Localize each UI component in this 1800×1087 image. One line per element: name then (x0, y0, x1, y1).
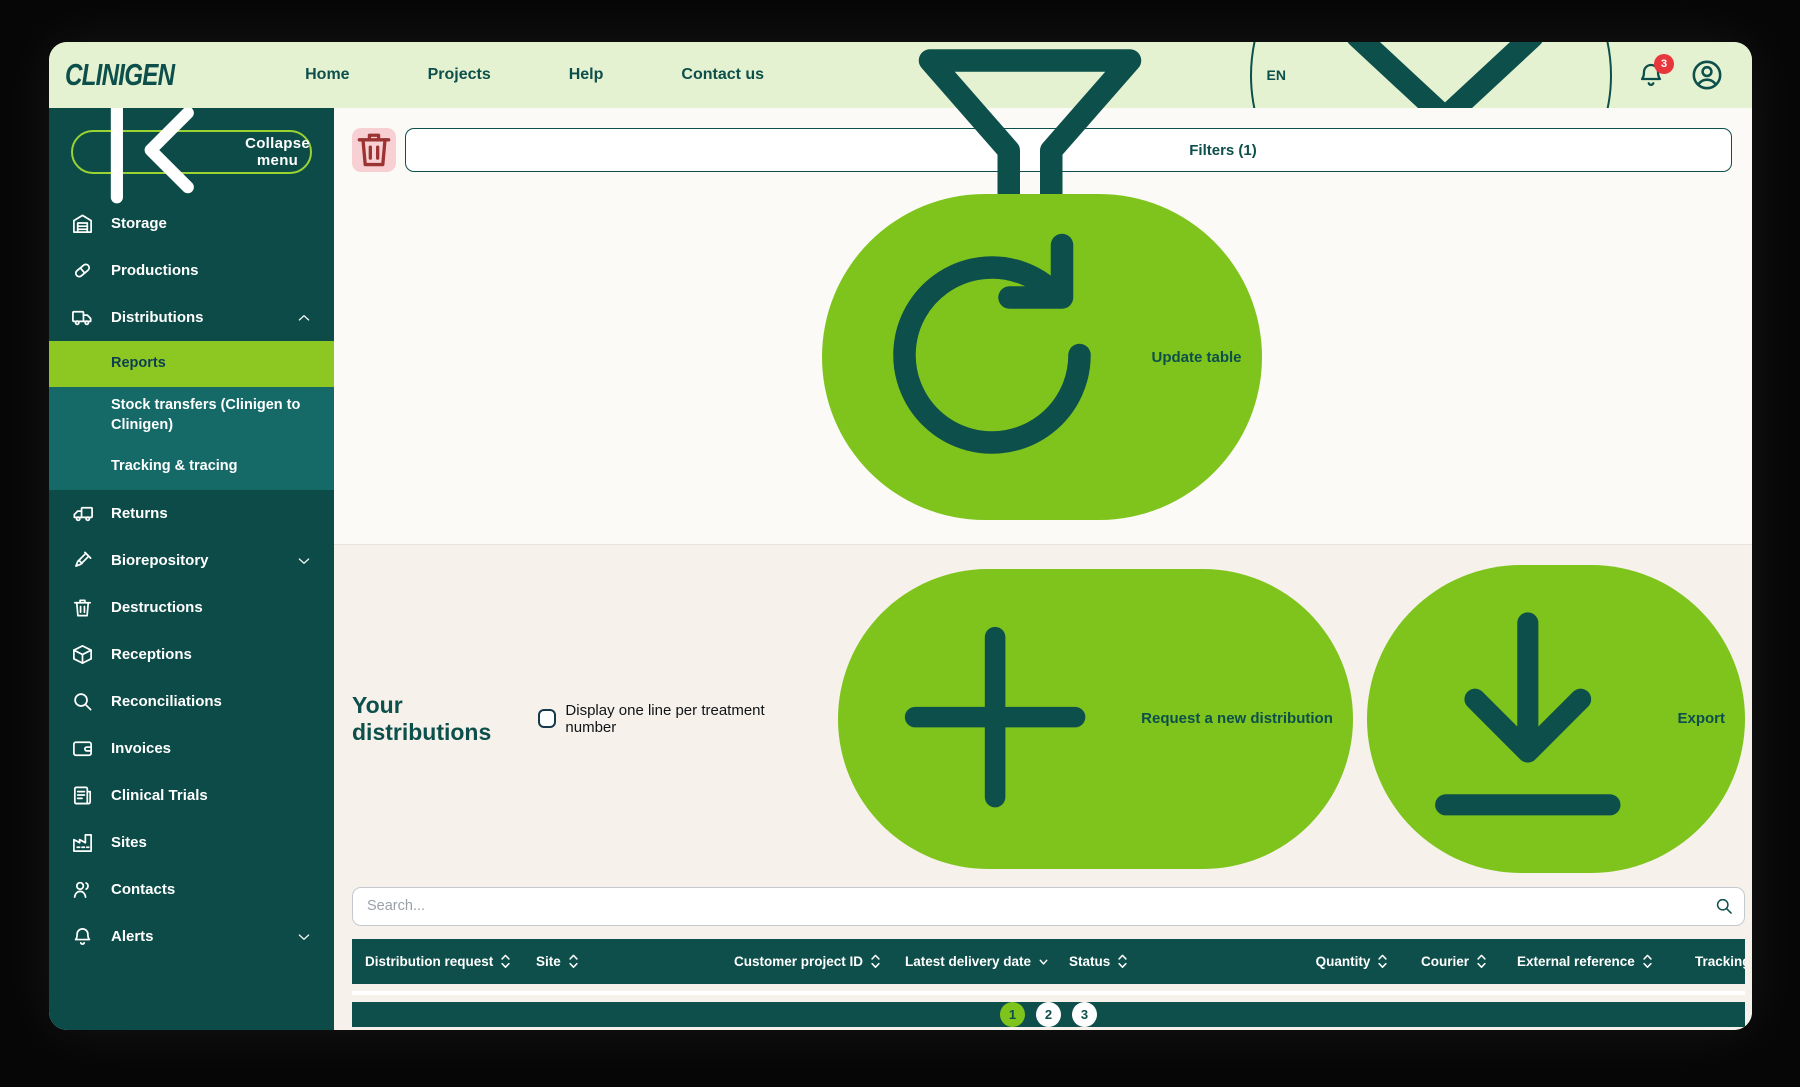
wallet-icon (71, 737, 94, 760)
update-table-button[interactable]: Update table (822, 194, 1261, 520)
page-button-1[interactable]: 1 (1000, 1002, 1025, 1027)
sidebar: Collapse menu Storage Productions Distri… (49, 108, 334, 1030)
sort-both-icon[interactable] (1117, 953, 1128, 970)
one-line-checkbox[interactable] (538, 709, 556, 728)
trash-icon (352, 127, 396, 174)
export-button[interactable]: Export (1367, 565, 1745, 873)
column-header-customer-project-id[interactable]: Customer project ID (721, 953, 892, 970)
collapse-menu-label: Collapse menu (245, 135, 310, 169)
sidebar-item-reconciliations[interactable]: Reconciliations (49, 678, 334, 725)
sort-both-icon[interactable] (1642, 953, 1653, 970)
sidebar-item-destructions[interactable]: Destructions (49, 584, 334, 631)
sidebar-item-productions[interactable]: Productions (49, 247, 334, 294)
bell-icon (71, 925, 94, 948)
request-new-distribution-button[interactable]: Request a new distribution (838, 569, 1353, 869)
sort-both-icon[interactable] (870, 953, 881, 970)
update-table-label: Update table (1151, 349, 1241, 366)
notification-badge: 3 (1654, 54, 1674, 74)
nav-projects[interactable]: Projects (428, 66, 491, 84)
column-header-external-reference[interactable]: External reference (1504, 953, 1682, 970)
truck-icon (71, 306, 94, 329)
syringe-icon (71, 549, 94, 572)
column-header-site[interactable]: Site (523, 953, 721, 970)
sidebar-item-invoices[interactable]: Invoices (49, 725, 334, 772)
return-truck-icon (71, 502, 94, 525)
sidebar-menu: Storage Productions Distributions Report… (49, 200, 334, 960)
bell-icon (1636, 77, 1666, 94)
chevron-up-icon (296, 310, 312, 326)
distributions-content: Your distributions Display one line per … (334, 545, 1752, 1030)
distributions-table: Distribution request Site Customer proje… (352, 939, 1745, 996)
chevron-down-icon (296, 929, 312, 945)
sort-both-icon[interactable] (568, 953, 579, 970)
pagination-bar: 123 (352, 1002, 1745, 1027)
people-icon (71, 878, 94, 901)
sidebar-item-clinical-trials[interactable]: Clinical Trials (49, 772, 334, 819)
distributions-submenu: Reports Stock transfers (Clinigen to Cli… (49, 341, 334, 490)
column-header-tracking-number[interactable]: Tracking number (1682, 954, 1745, 969)
factory-icon (71, 831, 94, 854)
sidebar-subitem-stock-transfers-clinigen-to-clinigen[interactable]: Stock transfers (Clinigen to Clinigen) (49, 387, 334, 444)
document-icon (71, 784, 94, 807)
sidebar-item-returns[interactable]: Returns (49, 490, 334, 537)
table-row: IRD-20250228-001 M61-BE10002 TESTING STU… (352, 991, 1745, 996)
search-icon[interactable] (1714, 896, 1734, 916)
nav-home[interactable]: Home (305, 66, 349, 84)
chevron-down-icon (296, 553, 312, 569)
sidebar-item-biorepository[interactable]: Biorepository (49, 537, 334, 584)
export-label: Export (1677, 710, 1725, 727)
sidebar-item-receptions[interactable]: Receptions (49, 631, 334, 678)
sidebar-subitem-tracking-tracing[interactable]: Tracking & tracing (49, 444, 334, 490)
pill-icon (71, 259, 94, 282)
filters-button[interactable]: Filters (1) (405, 128, 1732, 172)
filters-label: Filters (1) (1189, 142, 1257, 159)
collapse-menu-button[interactable]: Collapse menu (71, 130, 312, 174)
sort-both-icon[interactable] (1476, 953, 1487, 970)
box-icon (71, 643, 94, 666)
delete-filters-button[interactable] (352, 128, 396, 172)
profile-button[interactable] (1690, 58, 1724, 92)
page-button-3[interactable]: 3 (1072, 1002, 1097, 1027)
main-area: Filters (1) Update table Your distributi… (334, 108, 1752, 1030)
sidebar-item-sites[interactable]: Sites (49, 819, 334, 866)
clinigen-logo: CLINIGEN (65, 57, 174, 93)
page-button-2[interactable]: 2 (1036, 1002, 1061, 1027)
column-header-status[interactable]: Status (1056, 953, 1296, 970)
app-window: CLINIGEN Home Projects Help Contact us EN 3… (49, 42, 1752, 1030)
notifications-button[interactable]: 3 (1636, 60, 1666, 90)
page-title: Your distributions (352, 692, 538, 746)
one-line-per-treatment-toggle[interactable]: Display one line per treatment number (538, 702, 806, 736)
column-header-latest-delivery-date[interactable]: Latest delivery date (892, 954, 1056, 969)
language-label: EN (1267, 67, 1286, 83)
refresh-icon (842, 205, 1142, 509)
storage-icon (71, 212, 94, 235)
nav-contact-us[interactable]: Contact us (681, 66, 764, 84)
user-icon (1690, 79, 1724, 96)
filter-section: Filters (1) Update table (334, 108, 1752, 545)
column-header-distribution-request[interactable]: Distribution request (352, 953, 523, 970)
sidebar-item-contacts[interactable]: Contacts (49, 866, 334, 913)
request-new-distribution-label: Request a new distribution (1141, 710, 1333, 727)
top-nav: Home Projects Help Contact us (305, 66, 764, 84)
one-line-checkbox-label: Display one line per treatment number (565, 702, 806, 736)
search-input[interactable] (352, 887, 1745, 926)
sidebar-subitem-reports[interactable]: Reports (49, 341, 334, 387)
download-icon (1387, 576, 1669, 862)
table-header-row: Distribution request Site Customer proje… (352, 939, 1745, 984)
nav-help[interactable]: Help (569, 66, 604, 84)
sort-both-icon[interactable] (500, 953, 511, 970)
column-header-quantity[interactable]: Quantity (1296, 953, 1408, 970)
sort-desc-icon[interactable] (1038, 955, 1049, 968)
plus-icon (858, 580, 1132, 858)
sort-both-icon[interactable] (1377, 953, 1388, 970)
sidebar-item-alerts[interactable]: Alerts (49, 913, 334, 960)
magnifier-icon (71, 690, 94, 713)
trash-icon (71, 596, 94, 619)
column-header-courier[interactable]: Courier (1408, 953, 1504, 970)
sidebar-item-distributions[interactable]: Distributions (49, 294, 334, 341)
